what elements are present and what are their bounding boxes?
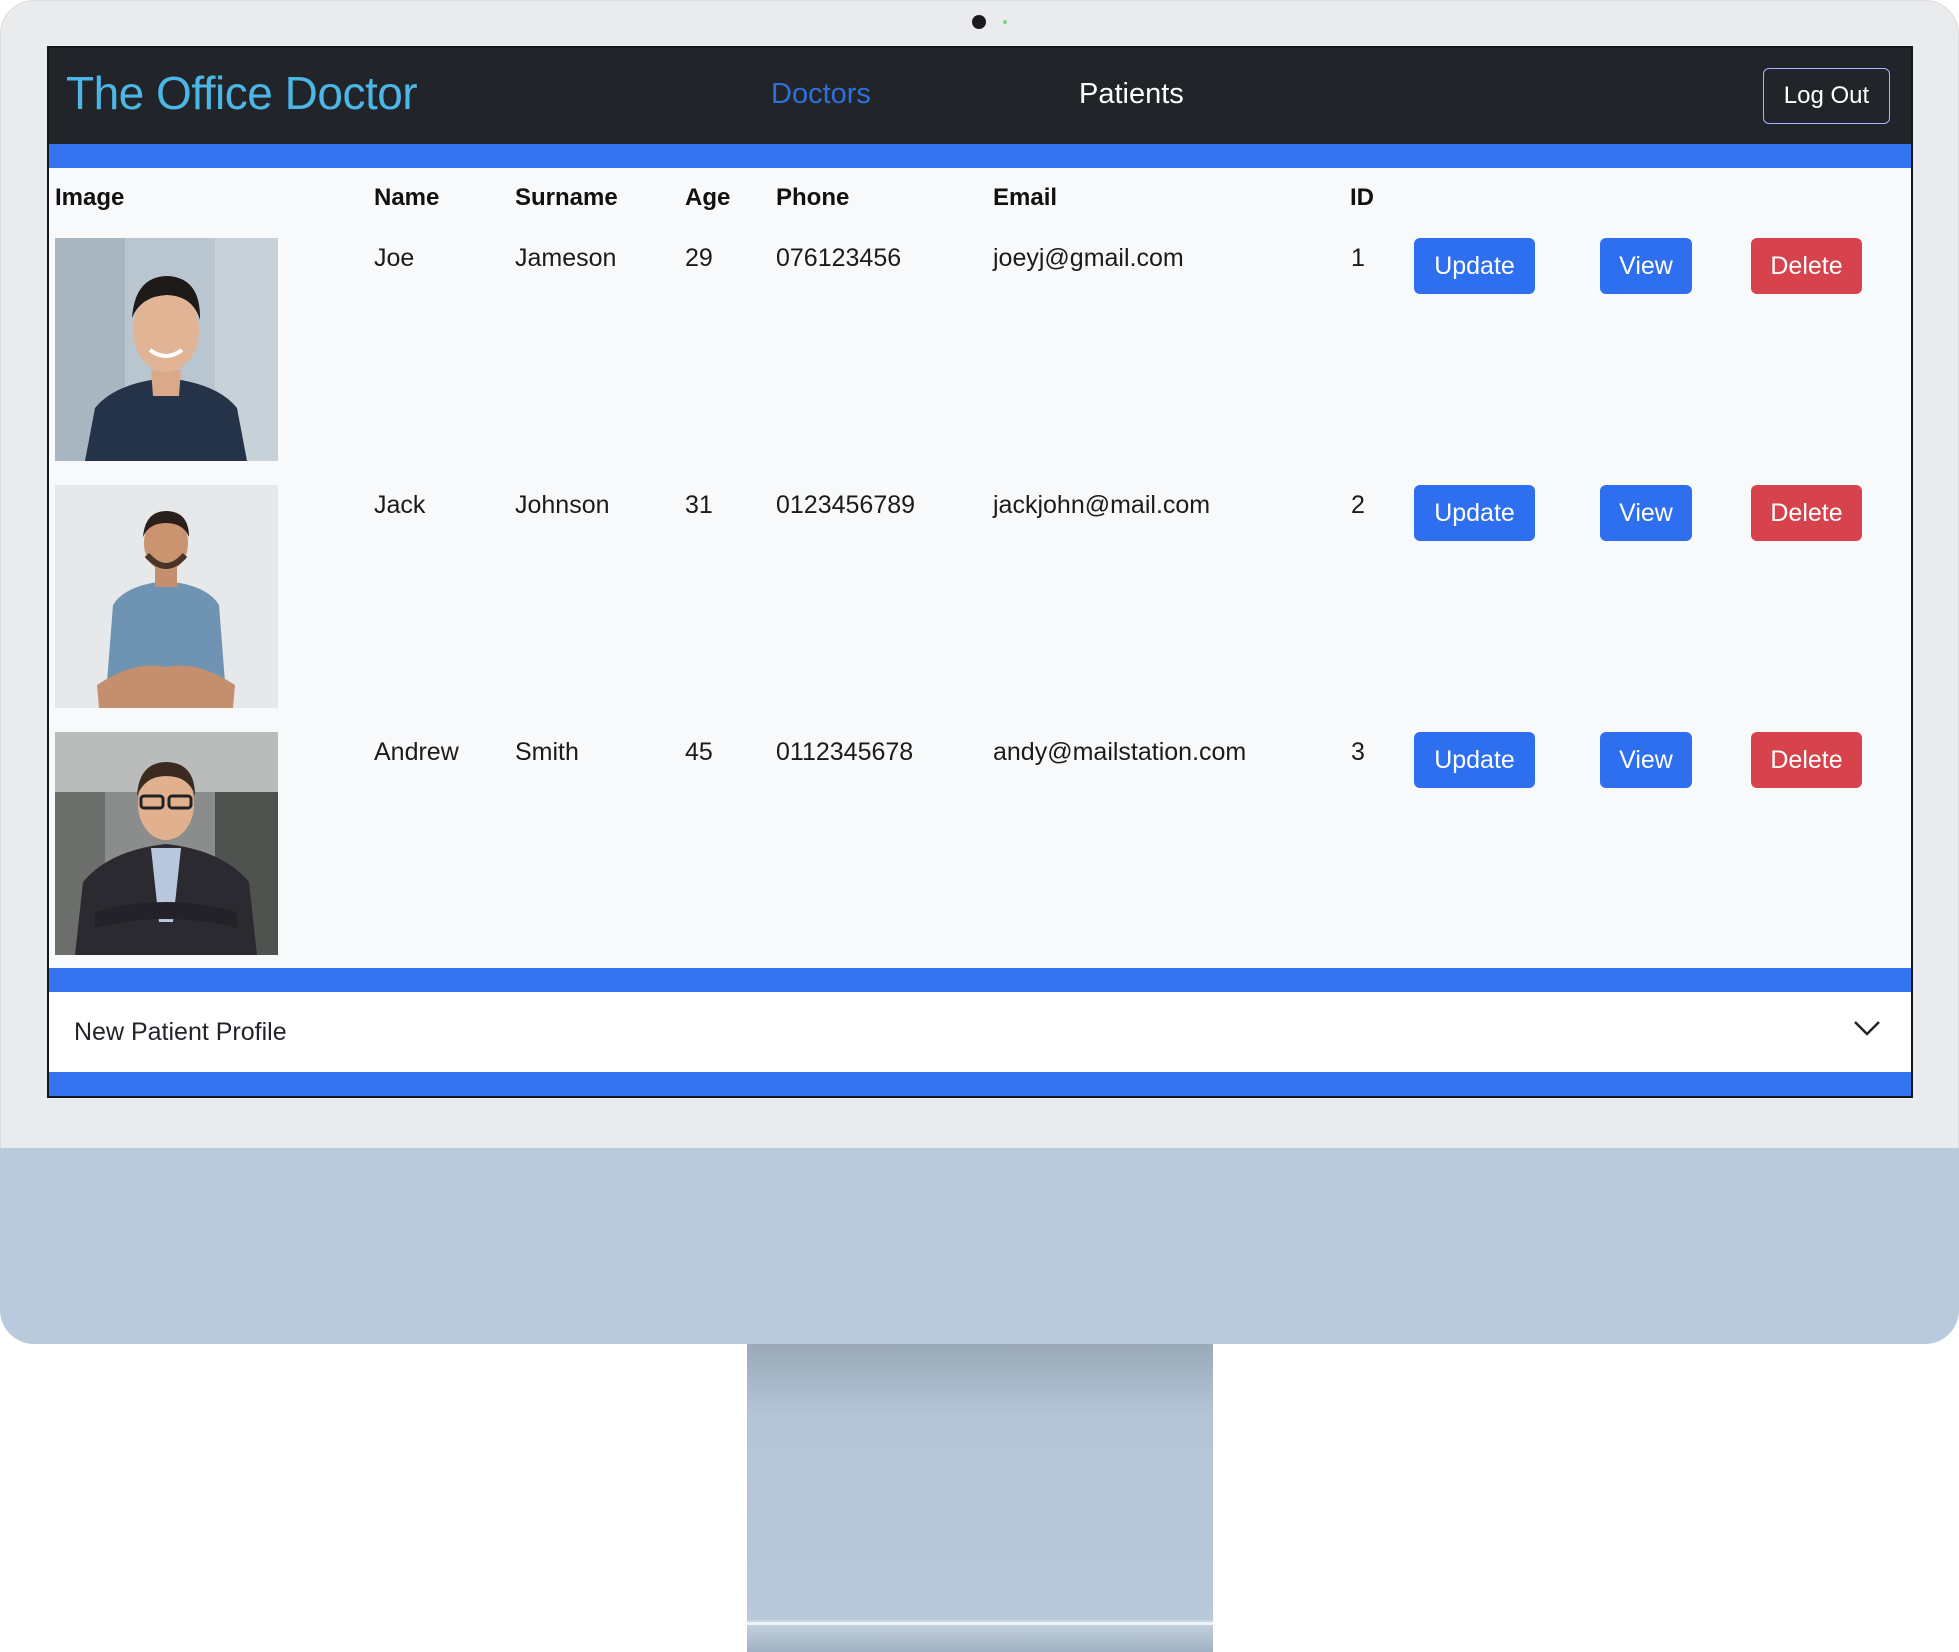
patient-phone: 076123456 [776, 244, 902, 272]
patient-surname: Johnson [515, 491, 610, 519]
column-header-image: Image [55, 184, 125, 211]
update-button[interactable]: Update [1414, 732, 1535, 788]
update-button[interactable]: Update [1414, 485, 1535, 541]
nav-link-doctors[interactable]: Doctors [771, 78, 871, 111]
imac-stand-foot [747, 1620, 1213, 1652]
patient-id: 3 [1351, 738, 1365, 766]
view-button[interactable]: View [1600, 485, 1692, 541]
brand-title[interactable]: The Office Doctor [66, 66, 418, 120]
patient-age: 31 [685, 491, 713, 519]
patient-photo [55, 732, 278, 955]
column-header-surname: Surname [515, 184, 618, 211]
patient-phone: 0123456789 [776, 491, 916, 519]
camera-icon [972, 15, 986, 29]
column-header-age: Age [685, 184, 731, 211]
chevron-down-icon[interactable] [1852, 1018, 1882, 1038]
update-button[interactable]: Update [1414, 238, 1535, 294]
patient-id: 1 [1351, 244, 1365, 272]
patient-name: Andrew [374, 738, 459, 766]
view-button[interactable]: View [1600, 238, 1692, 294]
view-button[interactable]: View [1600, 732, 1692, 788]
imac-stand [747, 1344, 1213, 1634]
patient-photo [55, 485, 278, 708]
divider-bar [49, 968, 1911, 992]
accordion-title[interactable]: New Patient Profile [74, 1018, 287, 1047]
patient-photo [55, 238, 278, 461]
divider-bar [49, 1072, 1911, 1096]
column-header-email: Email [993, 184, 1058, 211]
logout-button[interactable]: Log Out [1763, 68, 1890, 124]
column-header-phone: Phone [776, 184, 850, 211]
patient-name: Joe [374, 244, 415, 272]
delete-button[interactable]: Delete [1751, 732, 1862, 788]
patient-surname: Jameson [515, 244, 617, 272]
patient-age: 45 [685, 738, 713, 766]
patient-email: joeyj@gmail.com [993, 244, 1184, 272]
patient-id: 2 [1351, 491, 1365, 519]
patient-surname: Smith [515, 738, 579, 766]
app-screen: The Office Doctor Doctors Patients Log O… [47, 46, 1913, 1098]
patient-age: 29 [685, 244, 713, 272]
new-patient-accordion[interactable]: New Patient Profile [49, 992, 1911, 1072]
delete-button[interactable]: Delete [1751, 238, 1862, 294]
camera-indicator-light [1003, 20, 1007, 24]
patient-email: andy@mailstation.com [993, 738, 1247, 766]
imac-chin [0, 1148, 1959, 1344]
column-header-name: Name [374, 184, 440, 211]
patient-name: Jack [374, 491, 426, 519]
column-header-id: ID [1350, 184, 1374, 211]
patient-phone: 0112345678 [776, 738, 914, 766]
patient-email: jackjohn@mail.com [993, 491, 1211, 519]
delete-button[interactable]: Delete [1751, 485, 1862, 541]
top-navbar: The Office Doctor Doctors Patients Log O… [49, 48, 1911, 144]
nav-link-patients[interactable]: Patients [1079, 78, 1184, 111]
divider-bar [49, 144, 1911, 168]
